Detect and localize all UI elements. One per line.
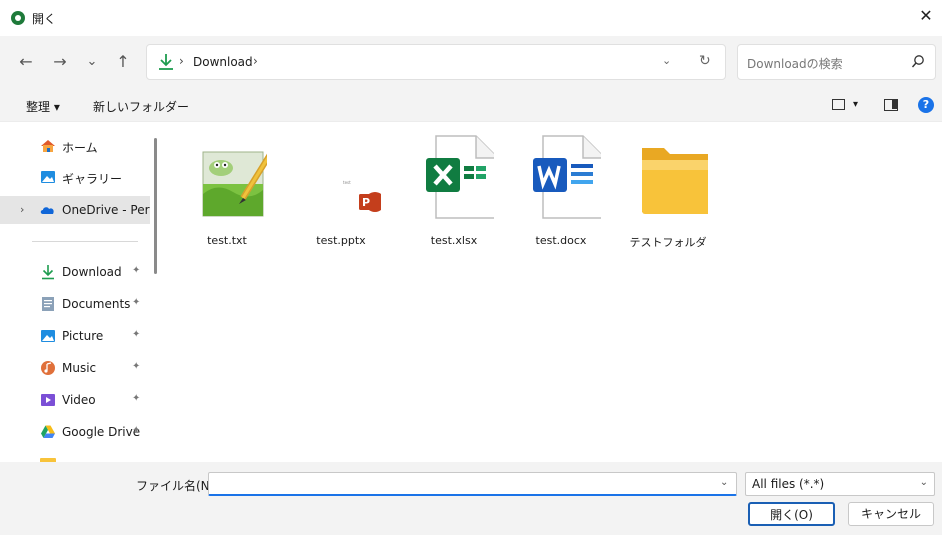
search-icon bbox=[911, 55, 924, 68]
sidebar-item-gallery[interactable]: ギャラリー bbox=[0, 163, 150, 191]
dialog-footer: ファイル名(N): ⌄ All files (*.*) ⌄ 開く(O) キャンセ… bbox=[0, 462, 942, 535]
svg-text:P: P bbox=[362, 196, 370, 209]
pin-icon: ✦ bbox=[132, 329, 141, 340]
filename-dropdown-icon[interactable]: ⌄ bbox=[720, 477, 728, 488]
filetype-select[interactable]: All files (*.*) ⌄ bbox=[745, 472, 935, 496]
sidebar-item-label: ホーム bbox=[62, 141, 98, 155]
file-list: test.txt test P test.pptx test.xlsx test… bbox=[162, 122, 942, 462]
title-bar: 開く ✕ bbox=[0, 0, 942, 36]
filetype-value: All files (*.*) bbox=[752, 477, 825, 491]
search-box[interactable]: Downloadの検索 bbox=[737, 44, 936, 80]
notepad-icon bbox=[202, 151, 267, 217]
expand-chevron-icon[interactable]: › bbox=[20, 203, 24, 216]
filename-label: ファイル名(N): bbox=[136, 479, 219, 493]
navigation-pane: ホーム ギャラリー › OneDrive - Personal Download… bbox=[0, 122, 162, 462]
close-button[interactable]: ✕ bbox=[914, 5, 938, 29]
forward-button[interactable]: → bbox=[49, 52, 71, 74]
sidebar-item-documents[interactable]: Documents ✦ bbox=[0, 290, 150, 318]
home-icon bbox=[41, 140, 55, 152]
powerpoint-icon: test P bbox=[343, 180, 381, 212]
back-button[interactable]: ← bbox=[15, 52, 37, 74]
music-icon bbox=[41, 361, 55, 375]
sidebar-item-music[interactable]: Music ✦ bbox=[0, 354, 150, 382]
address-bar[interactable]: › Download › ⌄ ↻ bbox=[146, 44, 726, 80]
pin-icon: ✦ bbox=[132, 361, 141, 372]
sidebar-item-home[interactable]: ホーム bbox=[0, 132, 150, 160]
help-icon[interactable]: ? bbox=[918, 97, 934, 113]
pptx-thumbnail-text: test bbox=[343, 180, 351, 185]
file-item-test-docx[interactable]: test.docx bbox=[507, 128, 615, 247]
sidebar-item-download[interactable]: Download ✦ bbox=[0, 258, 150, 286]
google-drive-icon bbox=[41, 425, 55, 438]
file-name: テストフォルダ bbox=[629, 236, 707, 249]
cancel-button[interactable]: キャンセル bbox=[848, 502, 934, 526]
search-input[interactable]: Downloadの検索 bbox=[747, 55, 843, 72]
breadcrumb-separator[interactable]: › bbox=[253, 54, 258, 68]
open-button[interactable]: 開く(O) bbox=[748, 502, 835, 526]
sidebar-item-video[interactable]: Video ✦ bbox=[0, 386, 150, 414]
view-options-icon[interactable] bbox=[832, 99, 845, 110]
breadcrumb-download[interactable]: Download bbox=[193, 55, 253, 69]
pin-icon: ✦ bbox=[132, 297, 141, 308]
file-item-test-xlsx[interactable]: test.xlsx bbox=[400, 128, 508, 247]
documents-icon bbox=[42, 297, 54, 311]
folder-icon bbox=[642, 148, 708, 214]
new-folder-button[interactable]: 新しいフォルダー bbox=[93, 98, 189, 115]
chevron-down-icon: ⌄ bbox=[919, 477, 928, 488]
video-icon bbox=[41, 394, 55, 406]
sidebar-scrollbar[interactable] bbox=[154, 138, 157, 274]
file-name: test.pptx bbox=[316, 234, 366, 247]
file-name: test.txt bbox=[207, 234, 247, 247]
file-item-test-folder[interactable]: テストフォルダ bbox=[614, 128, 722, 249]
sidebar-item-picture[interactable]: Picture ✦ bbox=[0, 322, 150, 350]
pin-icon: ✦ bbox=[132, 265, 141, 276]
download-icon bbox=[42, 265, 54, 280]
pin-icon: ✦ bbox=[132, 393, 141, 404]
up-button[interactable]: ↑ bbox=[112, 52, 134, 74]
file-item-test-pptx[interactable]: test P test.pptx bbox=[287, 128, 395, 247]
sidebar-item-label: Video bbox=[62, 393, 96, 407]
sidebar-divider bbox=[32, 241, 138, 242]
picture-icon bbox=[41, 330, 55, 342]
file-name: test.xlsx bbox=[430, 234, 478, 247]
window-title: 開く bbox=[32, 12, 57, 26]
download-icon bbox=[159, 54, 173, 70]
sidebar-item-label: ギャラリー bbox=[62, 172, 123, 186]
sidebar-item-label: Music bbox=[62, 361, 97, 375]
sidebar-item-label: Download bbox=[62, 265, 122, 279]
command-bar: 整理 ▾ 新しいフォルダー ▾ ? bbox=[0, 90, 942, 122]
sidebar-item-label: Picture bbox=[62, 329, 104, 343]
breadcrumb-separator[interactable]: › bbox=[179, 54, 184, 68]
app-icon bbox=[11, 11, 25, 25]
view-dropdown-icon[interactable]: ▾ bbox=[853, 99, 858, 110]
sidebar-item-label: Documents bbox=[62, 297, 131, 311]
pin-icon: ✦ bbox=[132, 425, 141, 436]
navigation-bar: ← → ⌄ ↑ › Download › ⌄ ↻ Downloadの検索 bbox=[0, 36, 942, 90]
gallery-icon bbox=[41, 171, 55, 183]
excel-icon bbox=[426, 135, 494, 219]
refresh-icon[interactable]: ↻ bbox=[699, 53, 711, 69]
word-icon bbox=[533, 135, 601, 219]
sidebar-item-google-drive[interactable]: Google Drive ✦ bbox=[0, 418, 150, 446]
organize-button[interactable]: 整理 ▾ bbox=[26, 98, 60, 115]
file-name: test.docx bbox=[535, 234, 587, 247]
recent-locations-button[interactable]: ⌄ bbox=[81, 52, 103, 74]
filename-input[interactable] bbox=[208, 472, 737, 496]
sidebar-item-label: Google Drive bbox=[62, 425, 141, 439]
preview-pane-icon[interactable] bbox=[884, 99, 898, 111]
sidebar-item-label: OneDrive - Personal bbox=[62, 203, 150, 217]
chevron-down-icon[interactable]: ⌄ bbox=[662, 54, 671, 67]
sidebar-item-onedrive[interactable]: › OneDrive - Personal bbox=[0, 196, 150, 224]
onedrive-icon bbox=[40, 207, 54, 214]
file-item-test-txt[interactable]: test.txt bbox=[173, 128, 281, 247]
